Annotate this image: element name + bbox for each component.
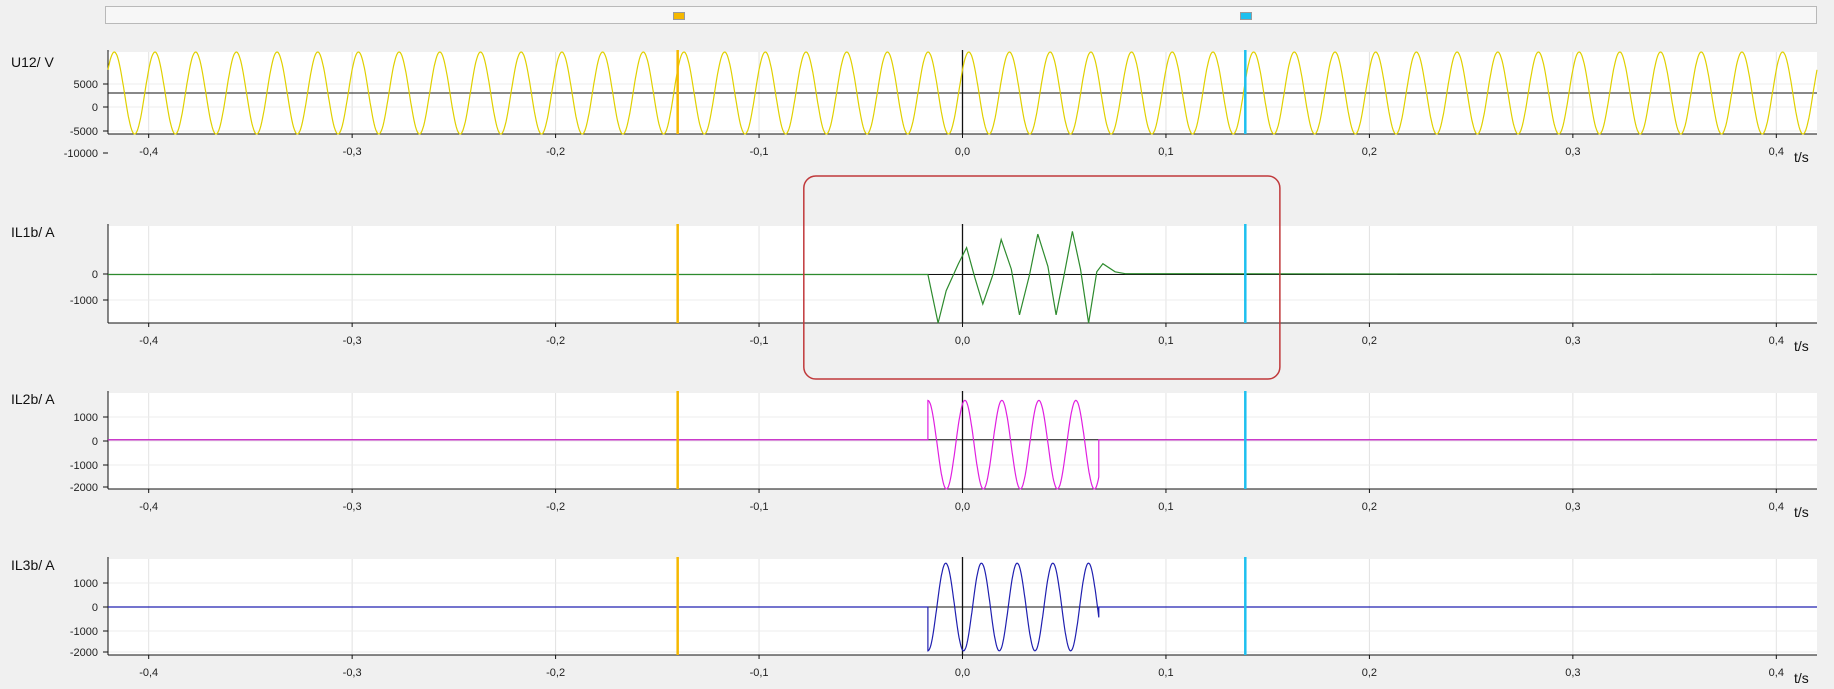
y-tick-label: 0 [92, 102, 98, 114]
x-tick-label: 0,4 [1769, 667, 1784, 679]
x-tick-label: 0,4 [1769, 146, 1784, 158]
x-tick-label: 0,2 [1362, 667, 1377, 679]
y-tick-label: -2000 [70, 482, 98, 494]
y-tick-label: -1000 [70, 460, 98, 472]
x-tick-label: 0,2 [1362, 146, 1377, 158]
y-axis-label: U12/ V [11, 54, 54, 70]
x-tick-label: 0,4 [1769, 335, 1784, 347]
y-tick-label: -1000 [70, 626, 98, 638]
y-axis-label: IL3b/ A [11, 557, 55, 573]
x-tick-label: 0,0 [955, 335, 970, 347]
y-tick-label: 5000 [74, 79, 98, 91]
x-tick-label: 0,1 [1158, 146, 1173, 158]
x-axis-unit: t/s [1794, 149, 1809, 165]
y-tick-label: 1000 [74, 412, 98, 424]
x-tick-label: -0,3 [343, 146, 362, 158]
x-tick-label: 0,3 [1565, 667, 1580, 679]
chart-panel-1: 5000 0 -5000 -10000 U12/ V -0,4 -0,3 -0,2 -0,1 0,… [11, 50, 1818, 165]
x-tick-label: -0,1 [750, 146, 769, 158]
y-tick-label: -1000 [70, 295, 98, 307]
x-tick-label: -0,2 [546, 667, 565, 679]
x-tick-label: -0,4 [139, 501, 158, 513]
x-tick-label: 0,0 [955, 501, 970, 513]
x-tick-label: -0,2 [546, 335, 565, 347]
x-tick-label: -0,4 [139, 335, 158, 347]
x-tick-label: -0,1 [750, 335, 769, 347]
y-tick-label: -10000 [64, 148, 98, 160]
x-tick-label: -0,2 [546, 146, 565, 158]
x-tick-label: 0,4 [1769, 501, 1784, 513]
y-axis-label: IL1b/ A [11, 224, 55, 240]
x-tick-label: 0,1 [1158, 501, 1173, 513]
x-tick-label: 0,3 [1565, 146, 1580, 158]
y-axis-label: IL2b/ A [11, 391, 55, 407]
x-tick-label: 0,3 [1565, 335, 1580, 347]
chart-panel-2: 0 -1000 IL1b/ A -0,4 -0,3 -0,2 -0,1 0,0 0,1 0,2 0,… [11, 224, 1818, 354]
x-axis-unit: t/s [1794, 670, 1809, 686]
x-tick-label: -0,4 [139, 146, 158, 158]
x-tick-label: 0,2 [1362, 335, 1377, 347]
waveform-chart: 50000-5000-10000U12/ V-0,4 -0,3 -0,2 -0,1 0,… [11, 50, 1818, 686]
y-tick-label: 0 [92, 436, 98, 448]
x-tick-label: -0,3 [343, 667, 362, 679]
y-tick-label: 0 [92, 269, 98, 281]
x-tick-label: -0,2 [546, 501, 565, 513]
chart-panel-4: 1000 0 -1000 -2000 IL3b/ A -0,4 -0,3 -0,2 -0,1 0,… [11, 557, 1817, 686]
x-tick-label: -0,1 [750, 501, 769, 513]
y-tick-label: -2000 [70, 647, 98, 659]
x-tick-label: 0,2 [1362, 501, 1377, 513]
y-tick-label: -5000 [70, 126, 98, 138]
y-tick-label: 1000 [74, 578, 98, 590]
x-tick-label: 0,0 [955, 146, 970, 158]
x-tick-label: -0,1 [750, 667, 769, 679]
x-tick-label: -0,4 [139, 667, 158, 679]
x-axis-unit: t/s [1794, 504, 1809, 520]
x-tick-label: -0,3 [343, 501, 362, 513]
x-tick-label: -0,3 [343, 335, 362, 347]
chart-panel-3: 1000 0 -1000 -2000 IL2b/ A -0,4 -0,3 -0,2 -0,1 0,… [11, 391, 1817, 520]
x-tick-label: 0,0 [955, 667, 970, 679]
x-axis-unit: t/s [1794, 338, 1809, 354]
x-tick-label: 0,1 [1158, 667, 1173, 679]
y-tick-label: 0 [92, 602, 98, 614]
x-tick-label: 0,3 [1565, 501, 1580, 513]
x-tick-label: 0,1 [1158, 335, 1173, 347]
